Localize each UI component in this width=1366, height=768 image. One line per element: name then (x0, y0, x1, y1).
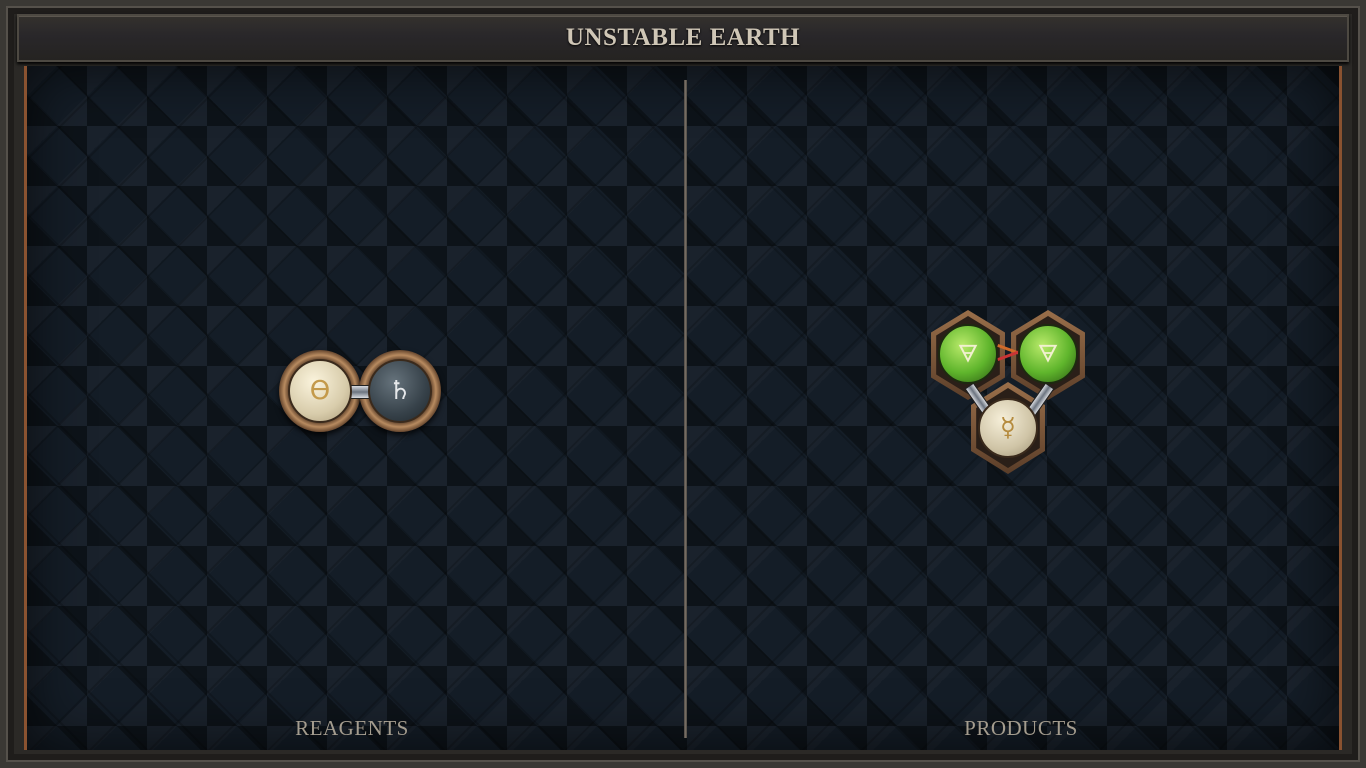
quicksilver-atom[interactable]: ☿ (978, 398, 1038, 458)
panel-divider (684, 80, 687, 738)
lead-icon: ♄ (388, 376, 412, 406)
products-label: PRODUCTS (964, 716, 1078, 740)
products-molecule[interactable]: 🜃 🜃 ☿ (925, 310, 1095, 476)
earth-icon: 🜃 (1037, 340, 1059, 368)
reaction-board: ϴ ♄ 🜃 🜃 ☿ REAGENTS PRODUCTS (24, 66, 1342, 750)
page-title: UNSTABLE EARTH (565, 24, 801, 51)
board-pattern (27, 66, 1339, 750)
earth-icon: 🜃 (957, 340, 979, 368)
lead-atom[interactable]: ♄ (368, 359, 432, 423)
salt-atom[interactable]: ϴ (288, 359, 352, 423)
salt-icon: ϴ (309, 376, 331, 406)
earth-atom-2[interactable]: 🜃 (1018, 324, 1078, 384)
reagents-molecule[interactable]: ϴ ♄ (279, 350, 441, 432)
title-bar: UNSTABLE EARTH (17, 14, 1349, 62)
earth-atom-1[interactable]: 🜃 (938, 324, 998, 384)
reagents-label: REAGENTS (295, 716, 409, 740)
quicksilver-icon: ☿ (1000, 413, 1016, 443)
